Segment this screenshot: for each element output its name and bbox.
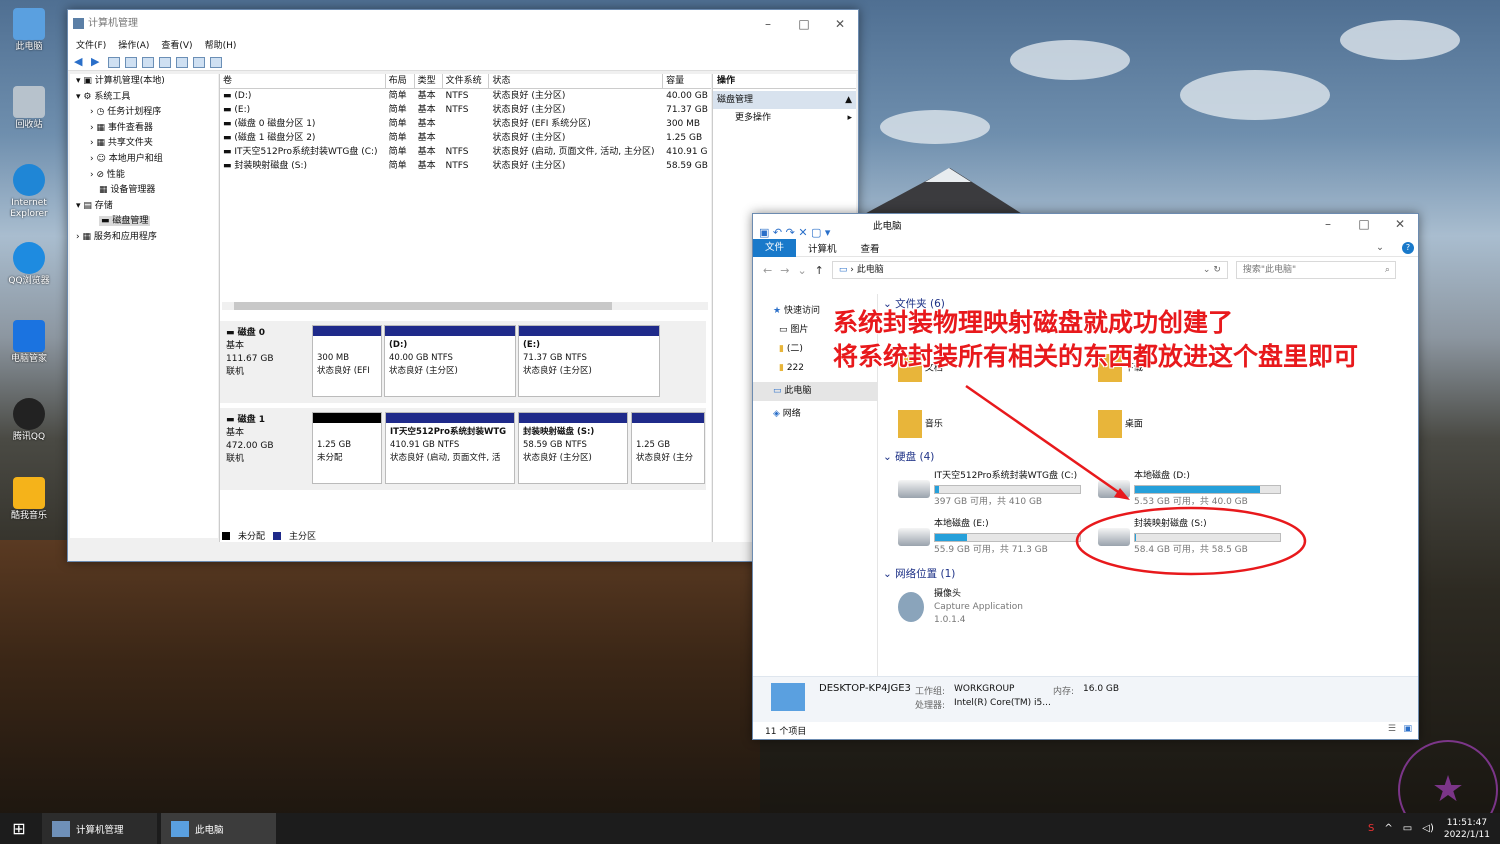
taskbar: ⊞ 计算机管理 此电脑 S ^ ▭ ◁) 11:51:47 2022/1/11 (0, 813, 1500, 844)
computer-icon (171, 820, 189, 837)
volume-icon[interactable]: ◁) (1422, 823, 1434, 834)
annotation-arrow (965, 384, 1125, 498)
tray-chevron-icon[interactable]: ^ (1384, 823, 1392, 834)
taskbar-app-this-pc[interactable]: 此电脑 (161, 813, 276, 844)
annotation-text-1: 系统封装物理映射磁盘就成功创建了 (833, 308, 1234, 337)
start-button[interactable]: ⊞ (0, 813, 38, 844)
clock[interactable]: 11:51:47 2022/1/11 (1444, 817, 1490, 841)
computer-management-icon (52, 820, 70, 837)
taskbar-app-computer-management[interactable]: 计算机管理 (42, 813, 157, 844)
sogou-input-icon[interactable]: S (1368, 823, 1374, 834)
annotation-overlay (965, 384, 1307, 576)
system-tray: S ^ ▭ ◁) 11:51:47 2022/1/11 (1368, 817, 1500, 841)
network-tray-icon[interactable]: ▭ (1403, 823, 1412, 834)
annotation-circle (1075, 506, 1307, 576)
annotation-text-2: 将系统封装所有相关的东西都放进这个盘里即可 (833, 342, 1359, 371)
